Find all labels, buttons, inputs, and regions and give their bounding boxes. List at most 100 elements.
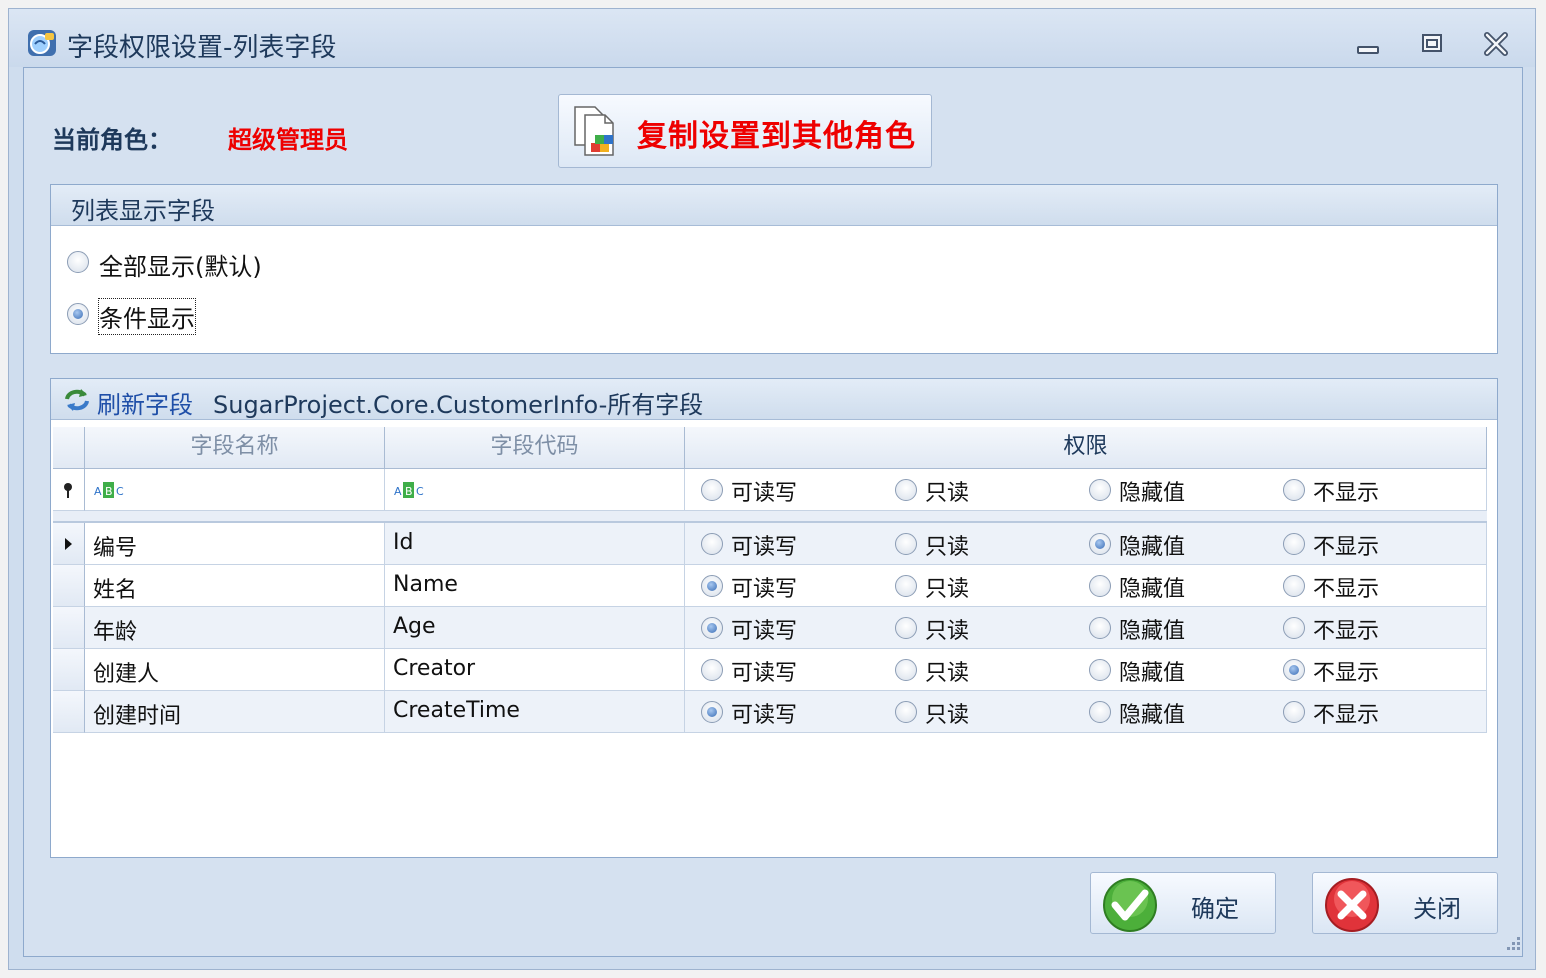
cell-field-name[interactable]: 编号 <box>85 523 385 565</box>
row-indicator[interactable] <box>53 523 85 565</box>
label-not-shown: 不显示 <box>1313 535 1380 560</box>
filter-name-cell[interactable]: A B C <box>85 469 385 511</box>
ok-button-label: 确定 <box>1191 895 1239 923</box>
row-indicator[interactable] <box>53 565 85 607</box>
label-hidden: 隐藏值 <box>1119 703 1186 728</box>
maximize-icon <box>1422 34 1442 52</box>
copy-settings-label: 复制设置到其他角色 <box>637 119 916 154</box>
fields-group-header: 刷新字段 SugarProject.Core.CustomerInfo-所有字段 <box>51 379 1497 420</box>
maximize-button[interactable] <box>1417 31 1447 57</box>
radio-hidden[interactable] <box>1089 659 1111 681</box>
refresh-icon[interactable] <box>63 387 91 413</box>
svg-text:C: C <box>116 485 124 498</box>
radio-not-shown[interactable] <box>1283 659 1305 681</box>
current-role-label: 当前角色： <box>52 126 172 154</box>
ok-button[interactable]: 确定 <box>1090 872 1276 934</box>
cell-permission: 可读写 只读 隐藏值 不显示 <box>685 523 1487 565</box>
label-readonly: 只读 <box>925 661 970 686</box>
radio-not-shown[interactable] <box>1283 575 1305 597</box>
radio-hidden[interactable] <box>1089 701 1111 723</box>
label-not-shown: 不显示 <box>1313 619 1380 644</box>
svg-text:B: B <box>405 485 413 498</box>
display-fields-header: 列表显示字段 <box>51 185 1497 226</box>
cell-field-code[interactable]: Id <box>385 523 685 565</box>
label-readonly: 只读 <box>925 703 970 728</box>
label-hidden: 隐藏值 <box>1119 619 1186 644</box>
cell-field-code[interactable]: CreateTime <box>385 691 685 733</box>
filter-radio-readwrite[interactable] <box>701 479 723 501</box>
svg-text:B: B <box>105 485 113 498</box>
cell-field-name[interactable]: 创建时间 <box>85 691 385 733</box>
label-not-shown: 不显示 <box>1313 661 1380 686</box>
title-bar[interactable]: 字段权限设置-列表字段 <box>9 9 1535 67</box>
radio-not-shown[interactable] <box>1283 617 1305 639</box>
column-header-code[interactable]: 字段代码 <box>385 427 685 469</box>
field-name-text: 创建人 <box>93 662 160 687</box>
radio-readwrite[interactable] <box>701 617 723 639</box>
cell-permission: 可读写 只读 隐藏值 不显示 <box>685 607 1487 649</box>
checkmark-icon <box>1103 878 1157 932</box>
cell-field-code[interactable]: Name <box>385 565 685 607</box>
label-readonly: 只读 <box>925 535 970 560</box>
column-header-permission[interactable]: 权限 <box>685 427 1487 469</box>
filter-row-indicator <box>53 469 85 511</box>
refresh-fields-link[interactable]: 刷新字段 <box>97 385 193 420</box>
radio-show-all[interactable] <box>67 251 89 273</box>
radio-conditional[interactable] <box>67 303 89 325</box>
current-row-arrow-icon <box>65 538 72 550</box>
cell-field-name[interactable]: 创建人 <box>85 649 385 691</box>
display-fields-group: 列表显示字段 全部显示(默认) 条件显示 <box>50 184 1498 354</box>
filter-label-readwrite: 可读写 <box>731 481 798 506</box>
display-fields-title: 列表显示字段 <box>71 197 215 225</box>
cell-field-code[interactable]: Creator <box>385 649 685 691</box>
close-button[interactable]: 关闭 <box>1312 872 1498 934</box>
filter-radio-hidden[interactable] <box>1089 479 1111 501</box>
radio-readwrite[interactable] <box>701 701 723 723</box>
field-name-text: 编号 <box>93 536 138 561</box>
radio-readwrite[interactable] <box>701 575 723 597</box>
filter-label-readonly: 只读 <box>925 481 970 506</box>
cell-field-name[interactable]: 姓名 <box>85 565 385 607</box>
dialog-window: 字段权限设置-列表字段 当前角色： 超级管理员 复制设置到其他角色 列表显示字段… <box>8 8 1536 970</box>
radio-readonly[interactable] <box>895 575 917 597</box>
filter-code-cell[interactable]: A B C <box>385 469 685 511</box>
filter-radio-readonly[interactable] <box>895 479 917 501</box>
radio-readonly[interactable] <box>895 533 917 555</box>
radio-readwrite[interactable] <box>701 659 723 681</box>
radio-hidden[interactable] <box>1089 533 1111 555</box>
field-code-text: Name <box>393 572 458 597</box>
option-conditional-label[interactable]: 条件显示 <box>98 298 196 335</box>
radio-not-shown[interactable] <box>1283 533 1305 555</box>
option-show-all-label[interactable]: 全部显示(默认) <box>99 247 262 282</box>
row-indicator[interactable] <box>53 691 85 733</box>
filter-permission-cell[interactable]: 可读写 只读 隐藏值 不显示 <box>685 469 1487 511</box>
svg-text:C: C <box>416 485 424 498</box>
minimize-button[interactable] <box>1353 31 1383 57</box>
cell-field-code[interactable]: Age <box>385 607 685 649</box>
label-not-shown: 不显示 <box>1313 703 1380 728</box>
cell-field-name[interactable]: 年龄 <box>85 607 385 649</box>
field-name-text: 年龄 <box>93 620 138 645</box>
row-indicator[interactable] <box>53 649 85 691</box>
copy-settings-button[interactable]: 复制设置到其他角色 <box>558 94 932 168</box>
cell-permission: 可读写 只读 隐藏值 不显示 <box>685 691 1487 733</box>
label-hidden: 隐藏值 <box>1119 661 1186 686</box>
label-readonly: 只读 <box>925 619 970 644</box>
radio-hidden[interactable] <box>1089 575 1111 597</box>
fields-group: 刷新字段 SugarProject.Core.CustomerInfo-所有字段… <box>50 378 1498 858</box>
resize-grip-icon[interactable] <box>1504 934 1522 952</box>
radio-readonly[interactable] <box>895 659 917 681</box>
close-window-button[interactable] <box>1481 31 1511 57</box>
column-header-name[interactable]: 字段名称 <box>85 427 385 469</box>
close-icon <box>1484 32 1508 56</box>
filter-radio-not-shown[interactable] <box>1283 479 1305 501</box>
filter-pin-icon <box>64 483 72 498</box>
radio-not-shown[interactable] <box>1283 701 1305 723</box>
radio-readonly[interactable] <box>895 617 917 639</box>
radio-hidden[interactable] <box>1089 617 1111 639</box>
cell-permission: 可读写 只读 隐藏值 不显示 <box>685 649 1487 691</box>
radio-readwrite[interactable] <box>701 533 723 555</box>
dialog-client: 当前角色： 超级管理员 复制设置到其他角色 列表显示字段 全部显示(默认) 条件… <box>23 67 1523 957</box>
row-indicator[interactable] <box>53 607 85 649</box>
radio-readonly[interactable] <box>895 701 917 723</box>
